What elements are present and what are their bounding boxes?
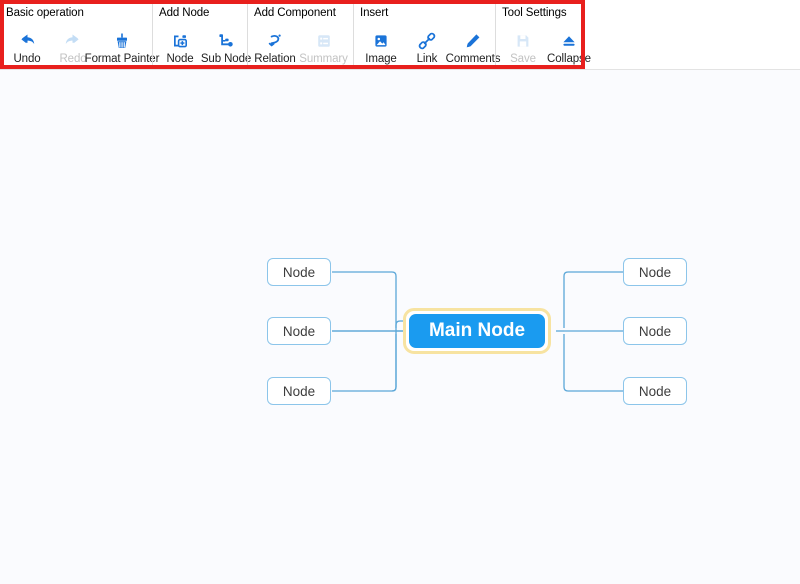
toolbar-item-label: Link [416,53,438,65]
mindmap-main-node-label: Main Node [428,320,526,341]
toolbar-item-undo[interactable]: Undo [4,30,50,68]
toolbar-item-label: Format Painter [84,53,160,65]
undo-icon [17,30,37,52]
mindmap-main-node-body: Main Node [409,314,545,348]
toolbar-group-basic-operation: Basic operation Undo Redo Format Painter [0,0,159,68]
image-icon [371,30,391,52]
mindmap-node-right-3[interactable]: Node [623,377,687,405]
toolbar-item-link[interactable]: Link [404,30,450,68]
toolbar: Basic operation Undo Redo Format Painter… [0,0,591,68]
toolbar-item-sub-node[interactable]: Sub Node [200,30,252,68]
toolbar-group-items: Undo Redo Format Painter [0,20,159,68]
toolbar-item-summary[interactable]: Summary [298,30,349,68]
toolbar-item-label: Save [510,53,536,65]
mindmap-canvas[interactable]: Node Node Node Node Node Node Main Node [0,70,800,584]
toolbar-item-node[interactable]: Node [157,30,203,68]
save-icon [513,30,533,52]
mindmap-node-left-2[interactable]: Node [267,317,331,345]
toolbar-item-collapse[interactable]: Collapse [546,30,592,68]
toolbar-group-label: Tool Settings [502,7,567,19]
toolbar-item-label: Sub Node [200,53,252,65]
mindmap-main-node[interactable]: Main Node [403,308,551,354]
toolbar-item-label: Comments [445,53,501,65]
toolbar-group-label: Add Node [159,7,210,19]
toolbar-item-label: Summary [299,53,348,65]
toolbar-group-items: Node Sub Node [153,20,252,68]
toolbar-group-label: Add Component [254,7,336,19]
toolbar-item-relation[interactable]: Relation [252,30,298,68]
mindmap-node-right-1[interactable]: Node [623,258,687,286]
toolbar-group-insert: Insert Image Link Comments [353,0,501,68]
toolbar-item-label: Redo [59,53,87,65]
toolbar-item-label: Relation [254,53,296,65]
toolbar-group-tool-settings: Tool Settings Save Collapse [495,0,591,68]
mindmap-node-left-1[interactable]: Node [267,258,331,286]
link-icon [417,30,437,52]
toolbar-group-add-component: Add Component Relation Summary [247,0,353,68]
toolbar-item-save[interactable]: Save [500,30,546,68]
summary-icon [314,30,334,52]
relation-icon [265,30,285,52]
format-painter-icon [112,30,132,52]
mindmap-node-label: Node [638,383,672,399]
collapse-icon [559,30,579,52]
mindmap-node-label: Node [638,323,672,339]
mindmap-node-label: Node [282,323,316,339]
add-sub-node-icon [216,30,236,52]
mindmap-node-label: Node [282,383,316,399]
mindmap-node-right-2[interactable]: Node [623,317,687,345]
comments-icon [463,30,483,52]
toolbar-group-items: Image Link Comments [354,20,501,68]
toolbar-item-label: Collapse [547,53,591,65]
toolbar-group-items: Save Collapse [496,20,591,68]
mindmap-node-label: Node [282,264,316,280]
toolbar-item-comments[interactable]: Comments [446,30,501,68]
toolbar-region: Basic operation Undo Redo Format Painter… [0,0,800,70]
toolbar-group-label: Insert [360,7,389,19]
add-node-icon [170,30,190,52]
toolbar-item-label: Node [166,53,194,65]
toolbar-group-add-node: Add Node Node Sub Node [152,0,252,68]
toolbar-item-label: Image [365,53,397,65]
toolbar-item-label: Undo [13,53,41,65]
toolbar-group-items: Relation Summary [248,20,353,68]
mindmap-node-label: Node [638,264,672,280]
toolbar-group-label: Basic operation [6,7,84,19]
toolbar-item-format-painter[interactable]: Format Painter [85,30,159,68]
toolbar-item-image[interactable]: Image [358,30,404,68]
mindmap-node-left-3[interactable]: Node [267,377,331,405]
redo-icon [63,30,83,52]
